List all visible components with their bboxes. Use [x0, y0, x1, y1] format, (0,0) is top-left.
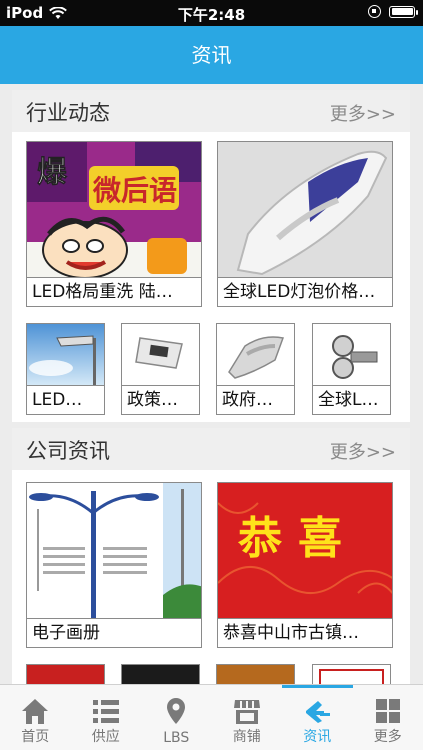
location-pin-icon — [167, 698, 186, 724]
news-card-small[interactable]: 全球L… — [312, 323, 391, 415]
news-card-small[interactable] — [216, 664, 295, 684]
thumbnail-headline: 恭喜 — [237, 513, 358, 564]
section-industry-news: 行业动态 更多>> 爆 微后语 LED格局重洗 陆… 全球LED灯泡价格… LE… — [12, 90, 410, 422]
news-thumbnail: 爆 微后语 — [27, 142, 201, 277]
tab-shop[interactable]: 商铺 — [212, 685, 283, 750]
list-icon — [92, 700, 119, 723]
section-title: 公司资讯 — [26, 439, 110, 463]
news-card[interactable]: 恭喜 恭喜中山市古镇… — [217, 482, 393, 648]
content-area[interactable]: 行业动态 更多>> 爆 微后语 LED格局重洗 陆… 全球LED灯泡价格… LE… — [0, 84, 423, 684]
news-card-small[interactable]: 政策… — [121, 323, 200, 415]
tab-news[interactable]: 资讯 — [282, 685, 353, 750]
news-card-small[interactable]: LED… — [26, 323, 105, 415]
news-caption: 政策… — [122, 385, 199, 414]
tab-supply[interactable]: 供应 — [71, 685, 142, 750]
page-title: 资讯 — [0, 26, 423, 84]
battery-icon — [389, 5, 418, 18]
section-header: 公司资讯 更多>> — [12, 428, 410, 470]
news-card-small[interactable]: 政府… — [216, 323, 295, 415]
section-header: 行业动态 更多>> — [12, 90, 410, 132]
more-link[interactable]: 更多>> — [330, 438, 396, 464]
news-thumbnail — [217, 324, 294, 385]
news-caption: LED… — [27, 385, 104, 414]
tab-label: 供应 — [91, 729, 120, 745]
news-card-small[interactable] — [312, 664, 391, 684]
news-thumbnail: 恭喜 — [218, 483, 392, 618]
more-link[interactable]: 更多>> — [330, 100, 396, 126]
news-thumbnail — [27, 324, 104, 385]
status-time: 下午2:48 — [177, 6, 246, 24]
tab-label: LBS — [163, 730, 190, 746]
news-caption: 电子画册 — [27, 618, 201, 647]
tab-bar: 首页 供应 LBS 商铺 资讯 更多 — [0, 684, 423, 750]
news-caption: 全球L… — [313, 385, 390, 414]
news-caption: LED格局重洗 陆… — [27, 277, 201, 306]
rotation-lock-icon — [368, 5, 381, 18]
tab-label: 首页 — [21, 729, 50, 745]
tab-label: 商铺 — [232, 729, 261, 745]
news-card-small[interactable] — [121, 664, 200, 684]
news-icon — [306, 701, 331, 723]
section-company-news: 公司资讯 更多>> 电子画册 恭喜 恭喜中山市古镇… — [12, 428, 410, 684]
tab-lbs[interactable]: LBS — [141, 685, 212, 750]
tab-label: 资讯 — [303, 729, 332, 745]
thumbnail-title: 微后语 — [92, 174, 177, 207]
news-caption: 政府… — [217, 385, 294, 414]
tab-home[interactable]: 首页 — [0, 685, 71, 750]
news-thumbnail — [218, 142, 392, 277]
section-title: 行业动态 — [26, 101, 110, 125]
news-card[interactable]: 电子画册 — [26, 482, 202, 648]
news-thumbnail — [122, 324, 199, 385]
news-thumbnail — [27, 483, 201, 618]
shop-icon — [233, 700, 260, 724]
news-card[interactable]: 爆 微后语 LED格局重洗 陆… — [26, 141, 202, 307]
thumbnail-headline: 爆 — [37, 155, 67, 190]
home-icon — [22, 699, 49, 724]
tab-more[interactable]: 更多 — [353, 685, 423, 750]
news-thumbnail — [313, 324, 390, 385]
news-card-small[interactable] — [26, 664, 105, 684]
grid-icon — [375, 699, 400, 723]
tab-label: 更多 — [373, 729, 402, 745]
news-caption: 恭喜中山市古镇… — [218, 618, 392, 647]
status-bar: iPod 下午2:48 — [0, 0, 423, 26]
news-card[interactable]: 全球LED灯泡价格… — [217, 141, 393, 307]
news-caption: 全球LED灯泡价格… — [218, 277, 392, 306]
